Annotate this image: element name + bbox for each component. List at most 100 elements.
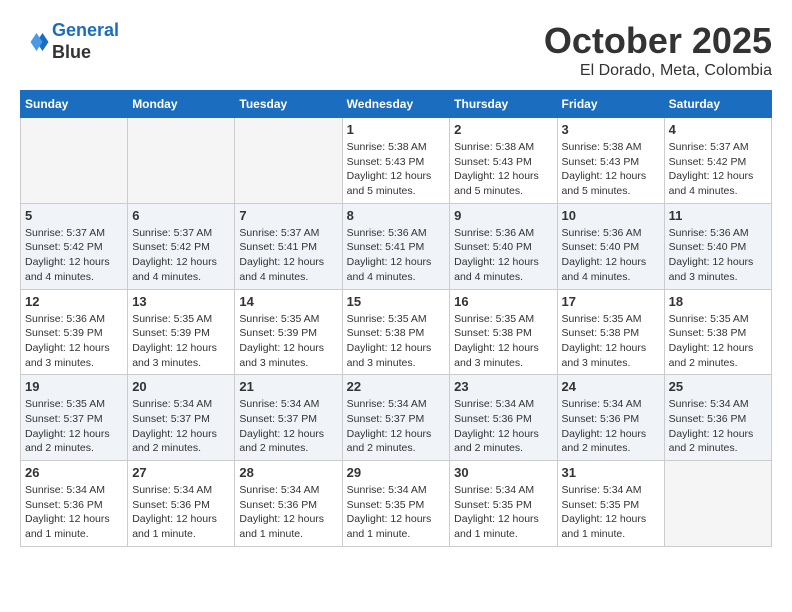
calendar-day-cell: 14 Sunrise: 5:35 AMSunset: 5:39 PMDayligh… — [235, 289, 342, 375]
day-number: 14 — [239, 294, 337, 309]
page-header: General Blue October 2025 El Dorado, Met… — [20, 20, 772, 80]
calendar-day-cell: 2 Sunrise: 5:38 AMSunset: 5:43 PMDaylight… — [450, 118, 557, 204]
calendar-day-cell: 12Sunrise: 5:36 AMSunset: 5:39 PMDayligh… — [21, 289, 128, 375]
day-number: 10 — [562, 208, 660, 223]
logo: General Blue — [20, 20, 119, 63]
calendar-day-cell: 24 Sunrise: 5:34 AMSunset: 5:36 PMDayligh… — [557, 375, 664, 461]
day-info: Sunrise: 5:34 AMSunset: 5:36 PMDaylight:… — [25, 483, 123, 542]
day-number: 17 — [562, 294, 660, 309]
day-info: Sunrise: 5:34 AMSunset: 5:36 PMDaylight:… — [562, 397, 660, 456]
day-info: Sunrise: 5:35 AMSunset: 5:39 PMDaylight:… — [239, 312, 337, 371]
day-info: Sunrise: 5:38 AMSunset: 5:43 PMDaylight:… — [454, 140, 552, 199]
day-number: 5 — [25, 208, 123, 223]
calendar-day-cell: 18 Sunrise: 5:35 AMSunset: 5:38 PMDayligh… — [664, 289, 771, 375]
calendar-day-cell: 23 Sunrise: 5:34 AMSunset: 5:36 PMDayligh… — [450, 375, 557, 461]
logo-line1: General — [52, 20, 119, 40]
day-number: 31 — [562, 465, 660, 480]
day-number: 27 — [132, 465, 230, 480]
day-number: 4 — [669, 122, 767, 137]
calendar-day-cell: 5 Sunrise: 5:37 AMSunset: 5:42 PMDaylight… — [21, 203, 128, 289]
day-number: 25 — [669, 379, 767, 394]
day-info: Sunrise: 5:34 AMSunset: 5:35 PMDaylight:… — [347, 483, 446, 542]
day-number: 29 — [347, 465, 446, 480]
calendar-day-cell: 25 Sunrise: 5:34 AMSunset: 5:36 PMDayligh… — [664, 375, 771, 461]
day-info: Sunrise: 5:38 AMSunset: 5:43 PMDaylight:… — [562, 140, 660, 199]
day-number: 15 — [347, 294, 446, 309]
weekday-header: Tuesday — [235, 91, 342, 118]
day-number: 9 — [454, 208, 552, 223]
day-number: 22 — [347, 379, 446, 394]
day-number: 23 — [454, 379, 552, 394]
calendar-day-cell: 20 Sunrise: 5:34 AMSunset: 5:37 PMDayligh… — [128, 375, 235, 461]
day-number: 21 — [239, 379, 337, 394]
calendar-day-cell: 21 Sunrise: 5:34 AMSunset: 5:37 PMDayligh… — [235, 375, 342, 461]
day-number: 6 — [132, 208, 230, 223]
day-info: Sunrise: 5:34 AMSunset: 5:37 PMDaylight:… — [132, 397, 230, 456]
day-info: Sunrise: 5:36 AMSunset: 5:41 PMDaylight:… — [347, 226, 446, 285]
day-number: 7 — [239, 208, 337, 223]
day-info: Sunrise: 5:34 AMSunset: 5:37 PMDaylight:… — [347, 397, 446, 456]
day-number: 8 — [347, 208, 446, 223]
calendar-week-row: 1 Sunrise: 5:38 AMSunset: 5:43 PMDaylight… — [21, 118, 772, 204]
calendar-day-cell: 31 Sunrise: 5:34 AMSunset: 5:35 PMDayligh… — [557, 461, 664, 547]
day-number: 1 — [347, 122, 446, 137]
day-info: Sunrise: 5:34 AMSunset: 5:36 PMDaylight:… — [454, 397, 552, 456]
location-subtitle: El Dorado, Meta, Colombia — [544, 62, 772, 80]
calendar-week-row: 19 Sunrise: 5:35 AMSunset: 5:37 PMDayligh… — [21, 375, 772, 461]
calendar-week-row: 12Sunrise: 5:36 AMSunset: 5:39 PMDayligh… — [21, 289, 772, 375]
day-number: 18 — [669, 294, 767, 309]
day-info: Sunrise: 5:36 AMSunset: 5:40 PMDaylight:… — [669, 226, 767, 285]
day-info: Sunrise: 5:35 AMSunset: 5:38 PMDaylight:… — [562, 312, 660, 371]
calendar-day-cell: 29 Sunrise: 5:34 AMSunset: 5:35 PMDayligh… — [342, 461, 450, 547]
calendar-day-cell: 28 Sunrise: 5:34 AMSunset: 5:36 PMDayligh… — [235, 461, 342, 547]
month-title: October 2025 — [544, 20, 772, 62]
calendar-day-cell: 19 Sunrise: 5:35 AMSunset: 5:37 PMDayligh… — [21, 375, 128, 461]
calendar-day-cell: 27Sunrise: 5:34 AMSunset: 5:36 PMDayligh… — [128, 461, 235, 547]
day-info: Sunrise: 5:36 AMSunset: 5:40 PMDaylight:… — [562, 226, 660, 285]
calendar-day-cell — [21, 118, 128, 204]
calendar-day-cell: 30 Sunrise: 5:34 AMSunset: 5:35 PMDayligh… — [450, 461, 557, 547]
calendar-day-cell: 9Sunrise: 5:36 AMSunset: 5:40 PMDaylight… — [450, 203, 557, 289]
weekday-header: Wednesday — [342, 91, 450, 118]
calendar-week-row: 5 Sunrise: 5:37 AMSunset: 5:42 PMDaylight… — [21, 203, 772, 289]
calendar-day-cell — [664, 461, 771, 547]
day-number: 20 — [132, 379, 230, 394]
day-info: Sunrise: 5:35 AMSunset: 5:38 PMDaylight:… — [347, 312, 446, 371]
day-info: Sunrise: 5:34 AMSunset: 5:35 PMDaylight:… — [562, 483, 660, 542]
weekday-header-row: SundayMondayTuesdayWednesdayThursdayFrid… — [21, 91, 772, 118]
calendar-day-cell: 16Sunrise: 5:35 AMSunset: 5:38 PMDayligh… — [450, 289, 557, 375]
day-info: Sunrise: 5:38 AMSunset: 5:43 PMDaylight:… — [347, 140, 446, 199]
calendar-day-cell: 13Sunrise: 5:35 AMSunset: 5:39 PMDayligh… — [128, 289, 235, 375]
calendar-day-cell: 11Sunrise: 5:36 AMSunset: 5:40 PMDayligh… — [664, 203, 771, 289]
day-info: Sunrise: 5:35 AMSunset: 5:38 PMDaylight:… — [669, 312, 767, 371]
day-number: 24 — [562, 379, 660, 394]
day-info: Sunrise: 5:37 AMSunset: 5:42 PMDaylight:… — [132, 226, 230, 285]
calendar-day-cell — [128, 118, 235, 204]
calendar-day-cell: 17 Sunrise: 5:35 AMSunset: 5:38 PMDayligh… — [557, 289, 664, 375]
day-info: Sunrise: 5:35 AMSunset: 5:38 PMDaylight:… — [454, 312, 552, 371]
day-number: 19 — [25, 379, 123, 394]
calendar-day-cell: 26Sunrise: 5:34 AMSunset: 5:36 PMDayligh… — [21, 461, 128, 547]
day-number: 3 — [562, 122, 660, 137]
day-info: Sunrise: 5:34 AMSunset: 5:36 PMDaylight:… — [239, 483, 337, 542]
day-number: 2 — [454, 122, 552, 137]
day-info: Sunrise: 5:35 AMSunset: 5:37 PMDaylight:… — [25, 397, 123, 456]
day-info: Sunrise: 5:37 AMSunset: 5:42 PMDaylight:… — [669, 140, 767, 199]
day-info: Sunrise: 5:34 AMSunset: 5:35 PMDaylight:… — [454, 483, 552, 542]
calendar-day-cell: 8 Sunrise: 5:36 AMSunset: 5:41 PMDaylight… — [342, 203, 450, 289]
day-number: 30 — [454, 465, 552, 480]
day-number: 13 — [132, 294, 230, 309]
calendar-day-cell: 4 Sunrise: 5:37 AMSunset: 5:42 PMDaylight… — [664, 118, 771, 204]
day-info: Sunrise: 5:34 AMSunset: 5:37 PMDaylight:… — [239, 397, 337, 456]
day-info: Sunrise: 5:36 AMSunset: 5:39 PMDaylight:… — [25, 312, 123, 371]
calendar-day-cell: 10 Sunrise: 5:36 AMSunset: 5:40 PMDayligh… — [557, 203, 664, 289]
day-info: Sunrise: 5:37 AMSunset: 5:42 PMDaylight:… — [25, 226, 123, 285]
title-block: October 2025 El Dorado, Meta, Colombia — [544, 20, 772, 80]
calendar-week-row: 26Sunrise: 5:34 AMSunset: 5:36 PMDayligh… — [21, 461, 772, 547]
weekday-header: Saturday — [664, 91, 771, 118]
calendar-day-cell: 3 Sunrise: 5:38 AMSunset: 5:43 PMDaylight… — [557, 118, 664, 204]
day-number: 28 — [239, 465, 337, 480]
day-info: Sunrise: 5:34 AMSunset: 5:36 PMDaylight:… — [669, 397, 767, 456]
logo-line2: Blue — [52, 42, 119, 64]
calendar-day-cell: 22 Sunrise: 5:34 AMSunset: 5:37 PMDayligh… — [342, 375, 450, 461]
